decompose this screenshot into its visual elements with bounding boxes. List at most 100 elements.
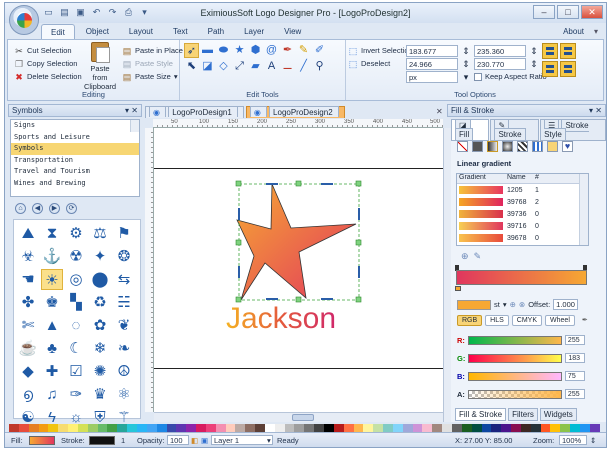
blue-value[interactable]: 75 bbox=[564, 371, 585, 381]
palette-swatch[interactable] bbox=[176, 424, 187, 432]
palette-swatch[interactable] bbox=[166, 424, 177, 432]
tab-view[interactable]: View bbox=[275, 24, 310, 40]
palette-swatch[interactable] bbox=[314, 424, 324, 432]
green-slider[interactable] bbox=[468, 353, 563, 363]
zoom-tool-icon[interactable]: ⚲ bbox=[312, 59, 327, 74]
palette-swatch[interactable] bbox=[579, 424, 590, 432]
stop-color-swatch[interactable] bbox=[457, 299, 491, 310]
symbol-heart-icon[interactable]: ❦ bbox=[113, 315, 135, 336]
app-menu-button[interactable] bbox=[9, 5, 39, 35]
symbol-gear-icon[interactable]: ⚙ bbox=[65, 223, 87, 244]
symbol-sun-icon[interactable]: ☀ bbox=[41, 269, 63, 290]
canvas-horizontal-scrollbar[interactable] bbox=[154, 412, 443, 422]
polygon-tool-icon[interactable]: ⬢ bbox=[248, 43, 263, 58]
palette-swatch[interactable] bbox=[511, 424, 521, 432]
refresh-icon[interactable]: ⟳ bbox=[66, 203, 77, 214]
symbol-radioactive-icon[interactable]: ☢ bbox=[65, 246, 87, 267]
tab-widgets[interactable]: Widgets bbox=[539, 408, 577, 421]
swatch-fill-icon[interactable] bbox=[532, 141, 543, 152]
palette-swatch[interactable] bbox=[451, 424, 462, 432]
ellipse-tool-icon[interactable]: ⬬ bbox=[216, 43, 231, 58]
document-close-icon[interactable]: ✕ bbox=[436, 107, 443, 116]
table-row[interactable]: 39716 0 bbox=[457, 220, 588, 232]
logo-artwork[interactable]: Jackson bbox=[154, 128, 443, 412]
spin-icon[interactable]: ⇕ bbox=[461, 46, 471, 56]
linear-gradient-icon[interactable] bbox=[487, 141, 498, 152]
zoom-field[interactable]: 100% bbox=[559, 435, 587, 445]
palette-swatch[interactable] bbox=[422, 424, 433, 432]
symbol-category-list[interactable]: Signs Sports and Leisure Symbols Transpo… bbox=[10, 119, 140, 197]
palette-swatch[interactable] bbox=[402, 424, 413, 432]
list-item-selected[interactable]: Symbols bbox=[11, 143, 139, 155]
layer-visibility-icon[interactable]: ◧ bbox=[191, 436, 198, 445]
palette-swatch[interactable] bbox=[196, 424, 206, 432]
paste-size-button[interactable]: ▤ Paste Size ▾ bbox=[122, 70, 183, 83]
palette-swatch[interactable] bbox=[255, 424, 265, 432]
pen-tool-icon[interactable]: ✒ bbox=[280, 43, 295, 58]
symbol-fan-icon[interactable]: ✤ bbox=[17, 292, 39, 313]
add-gradient-icon[interactable]: ⊕ bbox=[461, 251, 469, 261]
x-field[interactable]: 183.677 bbox=[406, 44, 458, 57]
tab-layout[interactable]: Layout bbox=[120, 24, 162, 40]
table-row[interactable]: 39768 2 bbox=[457, 196, 588, 208]
table-row[interactable]: 39678 0 bbox=[457, 232, 588, 244]
ribbon-options-icon[interactable]: ▾ bbox=[594, 27, 598, 36]
symbol-scales-icon[interactable]: ⚖ bbox=[89, 223, 111, 244]
palette-swatch[interactable] bbox=[343, 424, 354, 432]
brush-tool-icon[interactable]: ✐ bbox=[312, 43, 327, 58]
gradient-table[interactable]: Gradient Name # 1205 1 39768 2 39736 0 3971… bbox=[456, 173, 589, 246]
palette-swatch[interactable] bbox=[235, 424, 246, 432]
tab-logoprodesign2[interactable]: ◉ LogoProDesign2 bbox=[245, 106, 345, 118]
palette-swatch[interactable] bbox=[284, 424, 295, 432]
opacity-field[interactable]: 100 bbox=[167, 435, 189, 445]
palette-swatch[interactable] bbox=[501, 424, 512, 432]
symbol-target-icon[interactable]: ◎ bbox=[65, 269, 87, 290]
tab-text[interactable]: Text bbox=[164, 24, 197, 40]
gradient-preview-bar[interactable] bbox=[456, 270, 587, 285]
paste-in-place-button[interactable]: ▤ Paste in Place bbox=[122, 44, 183, 57]
symbol-flag-icon[interactable]: ⚑ bbox=[113, 223, 135, 244]
list-item[interactable]: Sports and Leisure bbox=[11, 132, 139, 144]
spin-icon[interactable]: ⇕ bbox=[529, 46, 539, 56]
palette-swatch[interactable] bbox=[570, 424, 580, 432]
y-field[interactable]: 24.966 bbox=[406, 57, 458, 70]
palette-swatch[interactable] bbox=[186, 424, 197, 432]
palette-swatch[interactable] bbox=[481, 424, 492, 432]
symbol-ring-icon[interactable]: ◌ bbox=[65, 315, 87, 336]
tab-edit[interactable]: Edit bbox=[41, 24, 75, 40]
paste-style-button[interactable]: ▤ Paste Style bbox=[122, 57, 183, 70]
table-row[interactable]: 39736 0 bbox=[457, 208, 588, 220]
tab-fill-stroke[interactable]: Fill & Stroke bbox=[455, 408, 507, 421]
list-item[interactable]: Signs bbox=[11, 120, 139, 132]
close-button[interactable]: ✕ bbox=[581, 5, 603, 19]
align-bottom-icon[interactable] bbox=[560, 61, 576, 77]
symbol-sparkle-icon[interactable]: ✺ bbox=[89, 361, 111, 382]
pencil-tool-icon[interactable]: ✎ bbox=[296, 43, 311, 58]
paste-clipboard-button[interactable]: Paste from Clipboard bbox=[82, 42, 118, 91]
canvas-vertical-scrollbar[interactable] bbox=[443, 128, 451, 422]
palette-swatch[interactable] bbox=[77, 424, 88, 432]
symbol-cup-icon[interactable]: ☕ bbox=[17, 338, 39, 359]
palette-swatch[interactable] bbox=[560, 424, 571, 432]
symbol-hourglass-icon[interactable]: ⧗ bbox=[41, 223, 63, 244]
palette-swatch[interactable] bbox=[550, 424, 561, 432]
symbol-biohazard-icon[interactable]: ☣ bbox=[17, 246, 39, 267]
no-fill-icon[interactable] bbox=[457, 141, 468, 152]
flat-fill-icon[interactable] bbox=[472, 141, 483, 152]
remove-stop-icon[interactable]: ⊗ bbox=[519, 300, 525, 309]
chevron-down-icon[interactable]: ▾ bbox=[503, 300, 507, 309]
tab-stroke-style[interactable]: ☰ Stroke Style bbox=[540, 119, 606, 141]
symbol-music-icon[interactable]: ♫ bbox=[41, 384, 63, 405]
tab-layer[interactable]: Layer bbox=[235, 24, 273, 40]
symbol-chess-icon[interactable]: ♚ bbox=[41, 292, 63, 313]
delete-button[interactable]: ✖ Delete Selection bbox=[14, 70, 81, 83]
minimize-button[interactable]: – bbox=[533, 5, 555, 19]
edit-gradient-icon[interactable]: ✎ bbox=[474, 251, 482, 261]
line-tool-icon[interactable]: ╱ bbox=[296, 59, 311, 74]
symbol-triangle-icon[interactable]: ▲ bbox=[41, 315, 63, 336]
maximize-button[interactable]: □ bbox=[557, 5, 579, 19]
symbol-snowflake-icon[interactable]: ❄ bbox=[89, 338, 111, 359]
symbol-moon-icon[interactable]: ☾ bbox=[65, 338, 87, 359]
palette-swatch[interactable] bbox=[491, 424, 502, 432]
palette-swatch[interactable] bbox=[225, 424, 236, 432]
